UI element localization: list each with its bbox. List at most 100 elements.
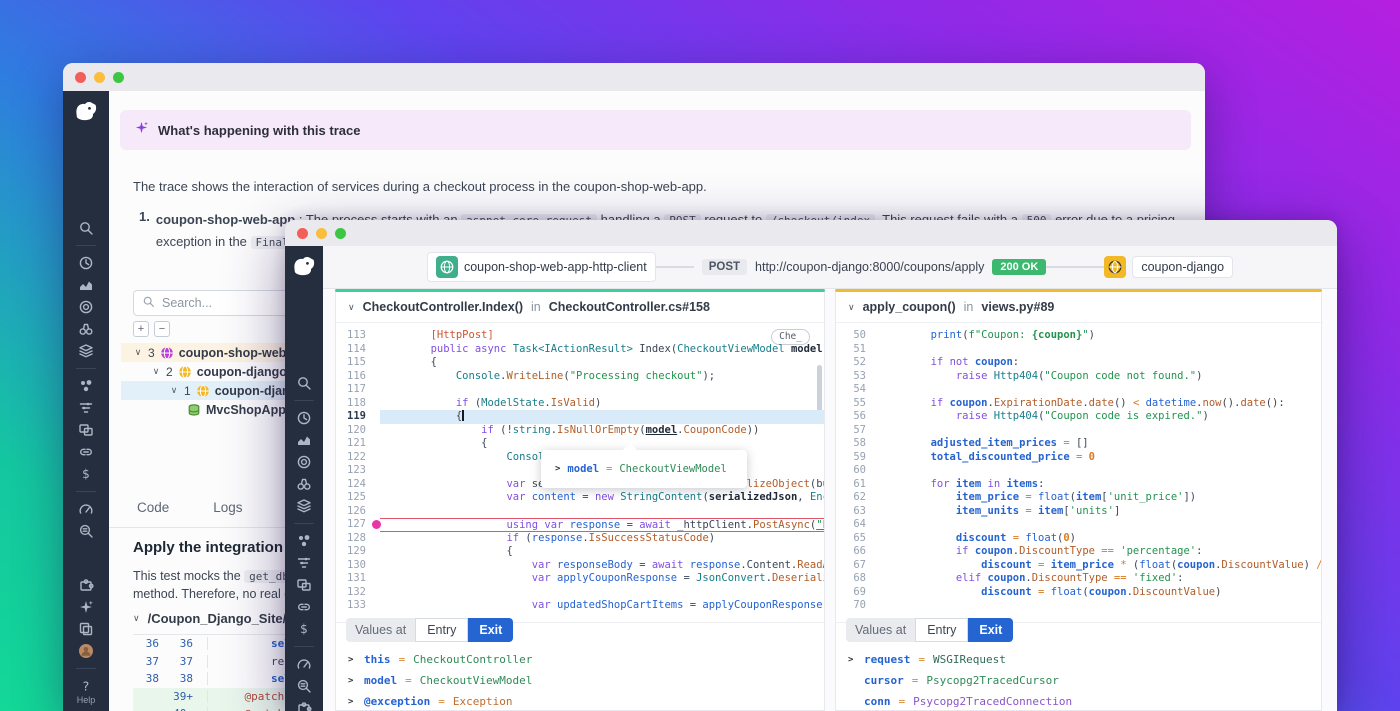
variable-row[interactable]: >@exception=Exception xyxy=(348,691,816,711)
line-number[interactable]: 122 xyxy=(336,451,366,465)
line-number[interactable]: 53 xyxy=(836,370,866,384)
line-number[interactable]: 130 xyxy=(336,559,366,573)
service-node-django[interactable]: coupon-django xyxy=(1132,256,1233,278)
line-number[interactable]: 66 xyxy=(836,545,866,559)
rum-icon[interactable] xyxy=(285,574,323,596)
line-number[interactable]: 123 xyxy=(336,464,366,478)
line-number[interactable]: 61 xyxy=(836,478,866,492)
line-number[interactable]: 58 xyxy=(836,437,866,451)
line-number[interactable]: 121 xyxy=(336,437,366,451)
performance-icon[interactable] xyxy=(285,653,323,675)
line-number[interactable]: 62 xyxy=(836,491,866,505)
line-number[interactable]: 56 xyxy=(836,410,866,424)
close-traffic-light[interactable] xyxy=(75,72,86,83)
breakpoint-icon[interactable] xyxy=(372,520,381,529)
user-avatar[interactable] xyxy=(63,640,109,662)
metrics-icon[interactable] xyxy=(285,429,323,451)
line-number[interactable]: 51 xyxy=(836,343,866,357)
line-number[interactable]: 119 xyxy=(336,410,366,424)
plugins-icon[interactable] xyxy=(63,574,109,596)
line-number[interactable]: 63 xyxy=(836,505,866,519)
rum-icon[interactable] xyxy=(63,419,109,441)
cost-icon[interactable]: $ xyxy=(285,618,323,640)
code-analysis-icon[interactable] xyxy=(285,675,323,697)
line-number[interactable]: 125 xyxy=(336,491,366,505)
line-number[interactable]: 126 xyxy=(336,505,366,519)
apm-icon[interactable] xyxy=(285,451,323,473)
integrations-icon[interactable] xyxy=(63,441,109,463)
chevron-down-icon[interactable]: ∨ xyxy=(151,366,161,377)
service-node-http-client[interactable]: coupon-shop-web-app-http-client xyxy=(427,252,656,282)
line-number[interactable]: 131 xyxy=(336,572,366,586)
line-number[interactable]: 124 xyxy=(336,478,366,492)
ai-assistant-icon[interactable] xyxy=(63,596,109,618)
tab-entry[interactable]: Entry xyxy=(415,618,468,642)
search-icon[interactable] xyxy=(63,217,109,239)
variable-row[interactable]: cursor=Psycopg2TracedCursor xyxy=(848,670,1313,691)
line-number[interactable]: 118 xyxy=(336,397,366,411)
line-number[interactable]: 57 xyxy=(836,424,866,438)
variable-row[interactable]: >this=CheckoutController xyxy=(348,649,816,670)
expand-chevron-icon[interactable]: > xyxy=(348,676,356,686)
line-number[interactable]: 128 xyxy=(336,532,366,546)
chevron-down-icon[interactable]: ∨ xyxy=(133,347,143,358)
line-number[interactable]: 55 xyxy=(836,397,866,411)
processes-icon[interactable] xyxy=(63,375,109,397)
diff-file-row[interactable]: ∨ /Coupon_Django_Site/co xyxy=(133,611,301,626)
search-icon[interactable] xyxy=(285,372,323,394)
line-number[interactable]: 127 xyxy=(336,518,366,532)
line-number[interactable]: 70 xyxy=(836,599,866,613)
line-number[interactable]: 68 xyxy=(836,572,866,586)
line-number[interactable]: 50 xyxy=(836,329,866,343)
plugins-icon[interactable] xyxy=(285,697,323,711)
maximize-traffic-light[interactable] xyxy=(335,228,346,239)
close-traffic-light[interactable] xyxy=(297,228,308,239)
line-number[interactable]: 129 xyxy=(336,545,366,559)
hosts-icon[interactable] xyxy=(63,397,109,419)
chevron-down-icon[interactable]: ∨ xyxy=(169,385,179,396)
line-number[interactable]: 116 xyxy=(336,370,366,384)
tab-code[interactable]: Code xyxy=(135,494,171,527)
code-panel-header[interactable]: ∨ apply_coupon() in views.py#89 xyxy=(836,292,1321,323)
performance-icon[interactable] xyxy=(63,498,109,520)
expand-chevron-icon[interactable]: > xyxy=(348,655,356,665)
line-number[interactable]: 54 xyxy=(836,383,866,397)
variable-row[interactable]: >model=CheckoutViewModel xyxy=(348,670,816,691)
line-number[interactable]: 59 xyxy=(836,451,866,465)
variable-row[interactable]: >request=WSGIRequest xyxy=(848,649,1313,670)
history-icon[interactable] xyxy=(285,407,323,429)
apm-icon[interactable] xyxy=(63,296,109,318)
line-number[interactable]: 52 xyxy=(836,356,866,370)
integrations-icon[interactable] xyxy=(285,596,323,618)
code-panel-header[interactable]: ∨ CheckoutController.Index() in Checkout… xyxy=(336,292,824,323)
line-number[interactable]: 117 xyxy=(336,383,366,397)
minimize-traffic-light[interactable] xyxy=(94,72,105,83)
line-number[interactable]: 64 xyxy=(836,518,866,532)
watchdog-icon[interactable] xyxy=(285,473,323,495)
minimize-traffic-light[interactable] xyxy=(316,228,327,239)
expand-all-button[interactable]: + xyxy=(133,321,149,337)
line-number[interactable]: 133 xyxy=(336,599,366,613)
workspaces-icon[interactable] xyxy=(63,618,109,640)
history-icon[interactable] xyxy=(63,252,109,274)
infrastructure-icon[interactable] xyxy=(285,495,323,517)
line-number[interactable]: 114 xyxy=(336,343,366,357)
tab-logs[interactable]: Logs xyxy=(211,494,244,527)
variable-row[interactable]: conn=Psycopg2TracedConnection xyxy=(848,691,1313,711)
tab-entry[interactable]: Entry xyxy=(915,618,968,642)
tab-exit[interactable]: Exit xyxy=(968,618,1013,642)
line-number[interactable]: 115 xyxy=(336,356,366,370)
line-number[interactable]: 60 xyxy=(836,464,866,478)
line-number[interactable]: 67 xyxy=(836,559,866,573)
line-number[interactable]: 132 xyxy=(336,586,366,600)
hosts-icon[interactable] xyxy=(285,552,323,574)
expand-chevron-icon[interactable]: > xyxy=(848,655,856,665)
metrics-icon[interactable] xyxy=(63,274,109,296)
infrastructure-icon[interactable] xyxy=(63,340,109,362)
processes-icon[interactable] xyxy=(285,530,323,552)
line-number[interactable]: 69 xyxy=(836,586,866,600)
line-number[interactable]: 120 xyxy=(336,424,366,438)
help-icon[interactable]: ? xyxy=(63,675,109,697)
tab-exit[interactable]: Exit xyxy=(468,618,513,642)
watchdog-icon[interactable] xyxy=(63,318,109,340)
